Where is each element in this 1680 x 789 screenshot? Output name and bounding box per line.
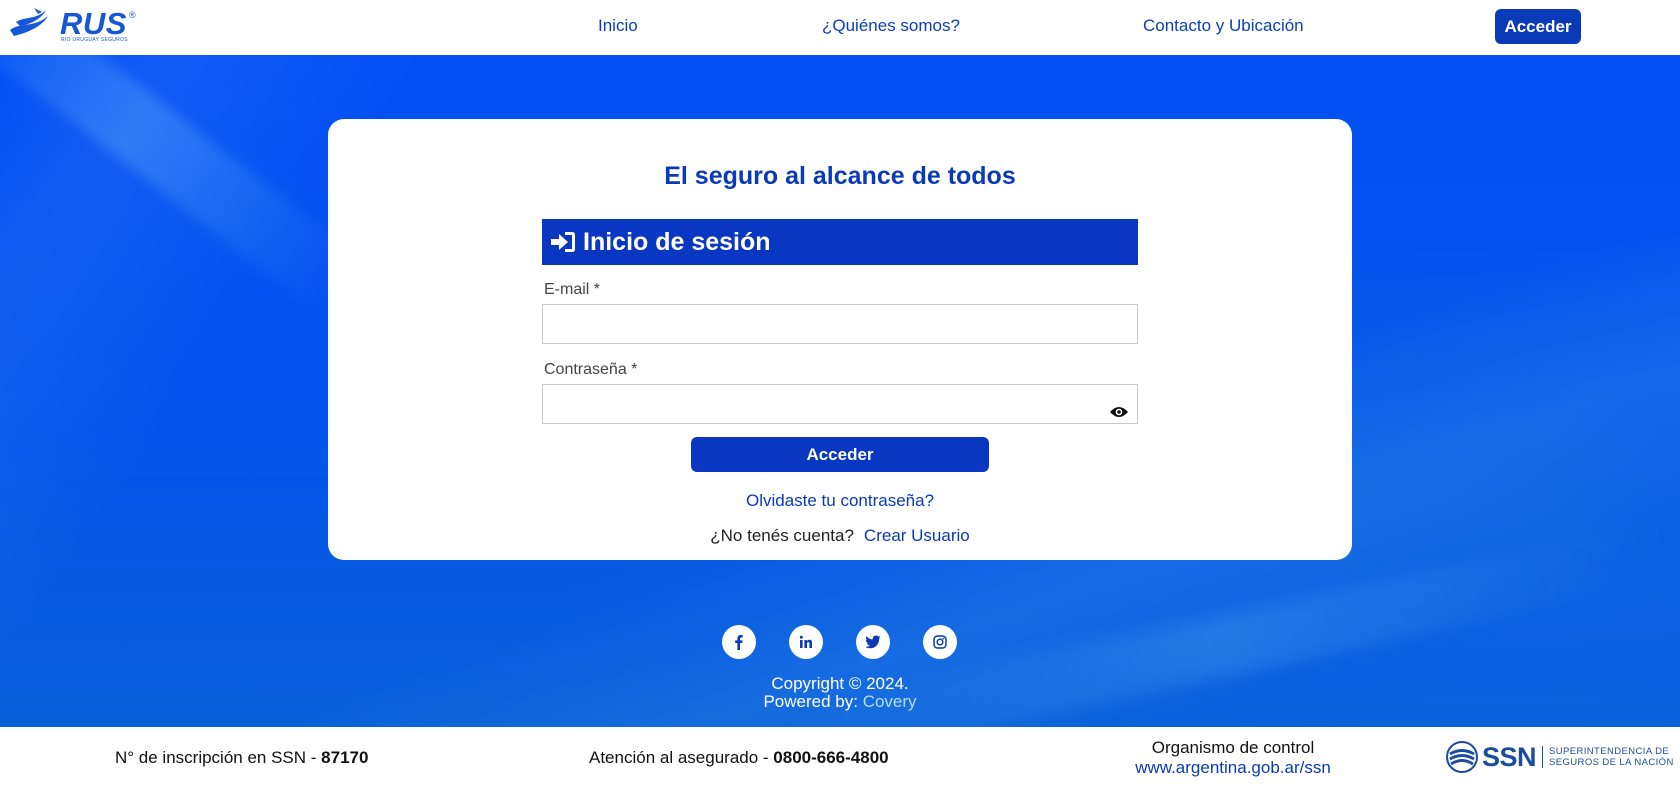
- logo-wave-icon: [10, 8, 48, 36]
- nav-inicio[interactable]: Inicio: [598, 16, 638, 36]
- powered-by-prefix: Powered by:: [763, 692, 858, 711]
- forgot-password-text[interactable]: Olvidaste tu contraseña?: [746, 491, 934, 510]
- nav-quienes-somos[interactable]: ¿Quiénes somos?: [822, 16, 960, 36]
- light-streak: [0, 55, 367, 318]
- password-field[interactable]: [542, 384, 1138, 424]
- linkedin-button[interactable]: [789, 625, 823, 659]
- login-title: Inicio de sesión: [583, 227, 771, 256]
- ssn-divider: [1542, 746, 1544, 768]
- facebook-icon: [735, 635, 743, 650]
- login-submit-button[interactable]: Acceder: [691, 437, 989, 472]
- attention-phone: 0800-666-4800: [773, 748, 889, 767]
- linkedin-icon: [799, 635, 812, 648]
- facebook-button[interactable]: [722, 625, 756, 659]
- copyright-block: Copyright © 2024. Powered by: Covery: [0, 675, 1680, 711]
- ssn-caption-line2: SEGUROS DE LA NACIÓN: [1549, 757, 1674, 768]
- twitter-icon: [865, 635, 881, 649]
- nav-contacto-ubicacion[interactable]: Contacto y Ubicación: [1143, 16, 1304, 36]
- logo-subtitle: RIO URUGUAY SEGUROS: [61, 37, 128, 43]
- ssn-registration: N° de inscripción en SSN - 87170: [115, 748, 368, 768]
- login-card: El seguro al alcance de todos Inicio de …: [328, 119, 1352, 560]
- powered-by: Powered by: Covery: [0, 693, 1680, 711]
- twitter-button[interactable]: [856, 625, 890, 659]
- rus-logo[interactable]: RUS ® RIO URUGUAY SEGUROS: [8, 6, 136, 46]
- ssn-registration-number: 87170: [321, 748, 369, 767]
- email-field[interactable]: [542, 304, 1138, 344]
- ssn-seal-icon: [1446, 741, 1478, 773]
- footer: N° de inscripción en SSN - 87170 Atenció…: [0, 727, 1680, 789]
- ssn-logo-caption: SUPERINTENDENCIA DE SEGUROS DE LA NACIÓN: [1549, 746, 1674, 768]
- create-user-link[interactable]: Crear Usuario: [864, 526, 970, 545]
- email-label: E-mail *: [544, 281, 601, 298]
- forgot-password-link[interactable]: Olvidaste tu contraseña?: [542, 491, 1138, 511]
- instagram-icon: [933, 635, 947, 649]
- control-link[interactable]: www.argentina.gob.ar/ssn: [1135, 758, 1331, 777]
- card-title: El seguro al alcance de todos: [664, 162, 1016, 190]
- instagram-button[interactable]: [923, 625, 957, 659]
- control-organism: Organismo de control www.argentina.gob.a…: [1128, 738, 1338, 778]
- copyright-text: Copyright © 2024.: [771, 674, 909, 693]
- login-header: Inicio de sesión: [542, 219, 1138, 265]
- covery-link[interactable]: Covery: [863, 692, 917, 711]
- ssn-logo-text: SSN: [1482, 741, 1537, 772]
- password-label: Contraseña *: [544, 361, 638, 378]
- ssn-logo[interactable]: SSN SUPERINTENDENCIA DE SEGUROS DE LA NA…: [1446, 741, 1674, 773]
- top-navbar: RUS ® RIO URUGUAY SEGUROS Inicio ¿Quiéne…: [0, 0, 1680, 55]
- hero-background: El seguro al alcance de todos Inicio de …: [0, 55, 1680, 727]
- no-account-text: ¿No tenés cuenta?: [710, 526, 854, 545]
- show-password-icon[interactable]: [1109, 405, 1129, 419]
- ssn-caption-line1: SUPERINTENDENCIA DE: [1549, 746, 1670, 757]
- ssn-registration-label: N° de inscripción en SSN -: [115, 748, 317, 767]
- sign-in-icon: [551, 232, 575, 252]
- attention-label: Atención al asegurado -: [589, 748, 769, 767]
- social-links: [722, 625, 957, 659]
- header-acceder-button[interactable]: Acceder: [1495, 9, 1581, 44]
- logo-text: RUS: [60, 6, 127, 41]
- logo-registered-mark: ®: [129, 10, 136, 20]
- attention-line: Atención al asegurado - 0800-666-4800: [589, 748, 889, 768]
- control-label: Organismo de control: [1151, 738, 1315, 757]
- signup-row: ¿No tenés cuenta? Crear Usuario: [542, 526, 1138, 546]
